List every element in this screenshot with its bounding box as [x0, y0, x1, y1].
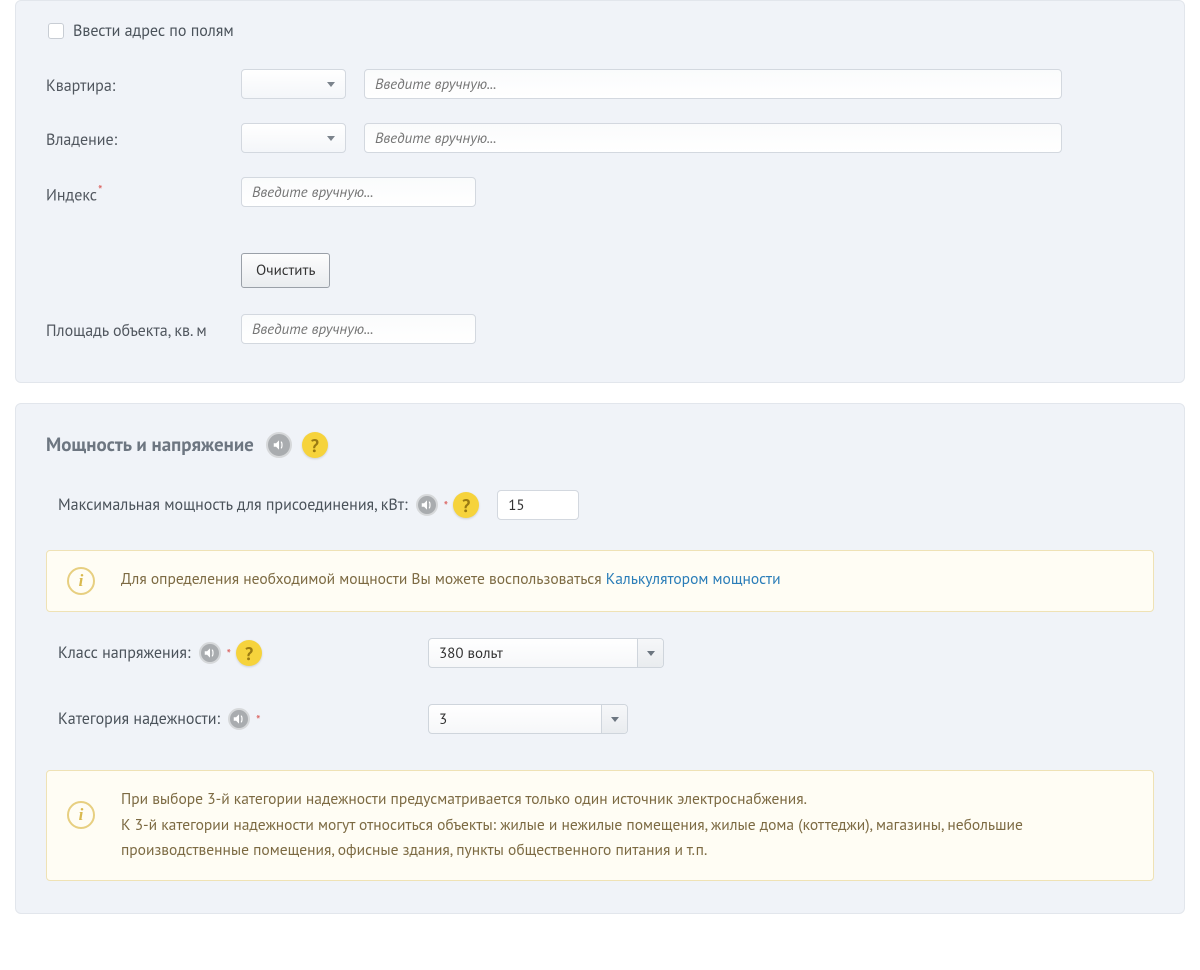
max-power-label: Максимальная мощность для присоединения,…: [58, 495, 408, 515]
manual-address-checkbox[interactable]: [48, 23, 64, 39]
ownership-label: Владение:: [46, 130, 117, 150]
address-panel: Ввести адрес по полям Квартира: Владение…: [15, 0, 1185, 383]
reliability-value: 3: [439, 710, 447, 729]
index-row: Индекс*: [46, 177, 1154, 207]
chevron-down-icon[interactable]: [637, 639, 663, 667]
area-row: Площадь объекта, кв. м: [46, 314, 1154, 344]
required-marker: *: [98, 181, 103, 198]
audio-icon[interactable]: [266, 432, 292, 458]
help-icon[interactable]: ?: [302, 432, 328, 458]
reliability-dropdown[interactable]: 3: [428, 704, 628, 734]
manual-address-checkbox-label: Ввести адрес по полям: [73, 21, 234, 41]
max-power-row: Максимальная мощность для присоединения,…: [58, 490, 1154, 520]
reliability-info-line1: При выборе 3-й категории надежности пред…: [121, 787, 1133, 813]
apartment-input[interactable]: [364, 69, 1062, 99]
voltage-class-row: Класс напряжения: * ? 380 вольт: [58, 638, 1154, 668]
info-icon: i: [67, 801, 95, 829]
help-icon[interactable]: ?: [236, 640, 262, 666]
voltage-class-label: Класс напряжения:: [58, 643, 191, 663]
ownership-select[interactable]: [241, 123, 346, 153]
voltage-class-value: 380 вольт: [439, 644, 503, 663]
required-marker: *: [227, 645, 232, 662]
apartment-row: Квартира:: [46, 69, 1154, 99]
clear-button[interactable]: Очистить: [241, 253, 330, 288]
calculator-info: i Для определения необходимой мощности В…: [46, 550, 1154, 612]
required-marker: *: [256, 711, 261, 728]
ownership-input[interactable]: [364, 123, 1062, 153]
area-input[interactable]: [241, 314, 476, 344]
audio-icon[interactable]: [228, 708, 250, 730]
reliability-label: Категория надежности:: [58, 709, 220, 729]
manual-address-checkbox-row: Ввести адрес по полям: [48, 21, 1154, 41]
voltage-class-dropdown[interactable]: 380 вольт: [428, 638, 664, 668]
reliability-info-line2: К 3-й категории надежности могут относит…: [121, 813, 1133, 864]
max-power-input[interactable]: [497, 490, 579, 520]
required-marker: *: [444, 497, 449, 514]
power-title-row: Мощность и напряжение ?: [46, 432, 1154, 458]
help-icon[interactable]: ?: [453, 492, 479, 518]
audio-icon[interactable]: [416, 494, 438, 516]
area-label: Площадь объекта, кв. м: [46, 321, 207, 341]
info-icon: i: [67, 567, 95, 595]
reliability-info: i При выборе 3-й категории надежности пр…: [46, 770, 1154, 881]
chevron-down-icon[interactable]: [601, 705, 627, 733]
reliability-row: Категория надежности: * 3: [58, 704, 1154, 734]
audio-icon[interactable]: [199, 642, 221, 664]
apartment-label: Квартира:: [46, 76, 115, 96]
ownership-row: Владение:: [46, 123, 1154, 153]
power-section-title: Мощность и напряжение: [46, 433, 254, 457]
calc-info-text: Для определения необходимой мощности Вы …: [121, 569, 606, 589]
index-input[interactable]: [241, 177, 476, 207]
power-panel: Мощность и напряжение ? Максимальная мощ…: [15, 403, 1185, 914]
index-label: Индекс: [46, 186, 97, 206]
calculator-link[interactable]: Калькулятором мощности: [606, 569, 781, 589]
apartment-select[interactable]: [241, 69, 346, 99]
